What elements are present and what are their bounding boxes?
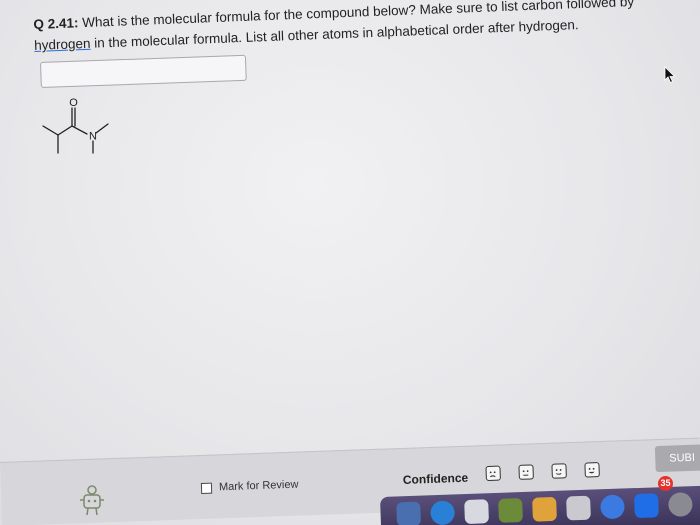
dock-app-icon-1[interactable]	[396, 501, 422, 525]
dock-app-icon-9[interactable]	[668, 492, 693, 517]
dock-app-store-icon[interactable]	[634, 493, 659, 519]
neutral-face-icon	[522, 470, 529, 476]
oxygen-atom-label: O	[69, 97, 78, 109]
question-number: Q 2.41:	[33, 15, 79, 32]
mouse-cursor-icon	[664, 66, 676, 84]
mark-for-review-label: Mark for Review	[218, 478, 299, 494]
notification-badge: 35	[658, 476, 673, 491]
dock-app-icon-4[interactable]	[498, 498, 523, 523]
confidence-label: Confidence	[402, 470, 469, 487]
submit-button[interactable]: SUBI	[654, 444, 700, 473]
mark-for-review-checkbox[interactable]	[200, 482, 213, 494]
screen: Q 2.41: What is the molecular formula fo…	[0, 0, 700, 525]
confidence-medium-high-button[interactable]	[551, 463, 567, 479]
confidence-high-button[interactable]	[584, 462, 600, 478]
answer-input[interactable]	[40, 54, 247, 88]
slight-smile-icon	[555, 469, 562, 475]
confidence-medium-low-button[interactable]	[518, 464, 534, 480]
sad-face-icon	[489, 471, 496, 478]
nitrogen-atom-label: N	[89, 131, 97, 143]
molecule-structure: O N	[42, 97, 109, 154]
question-prompt: Q 2.41: What is the molecular formula fo…	[33, 0, 694, 56]
confidence-buttons	[485, 461, 617, 482]
confidence-low-button[interactable]	[485, 465, 501, 482]
robot-logo-icon	[80, 485, 104, 516]
dock-app-icon-5[interactable]	[532, 496, 557, 522]
dock-app-icon-7[interactable]	[600, 494, 625, 520]
happy-face-icon	[588, 467, 595, 474]
mark-for-review[interactable]: Mark for Review	[200, 478, 299, 494]
dock-app-icon-2[interactable]	[430, 500, 456, 525]
dock-app-icon-3[interactable]	[464, 499, 489, 525]
dock-app-icon-6[interactable]	[566, 495, 591, 521]
hydrogen-link[interactable]: hydrogen	[34, 36, 91, 53]
